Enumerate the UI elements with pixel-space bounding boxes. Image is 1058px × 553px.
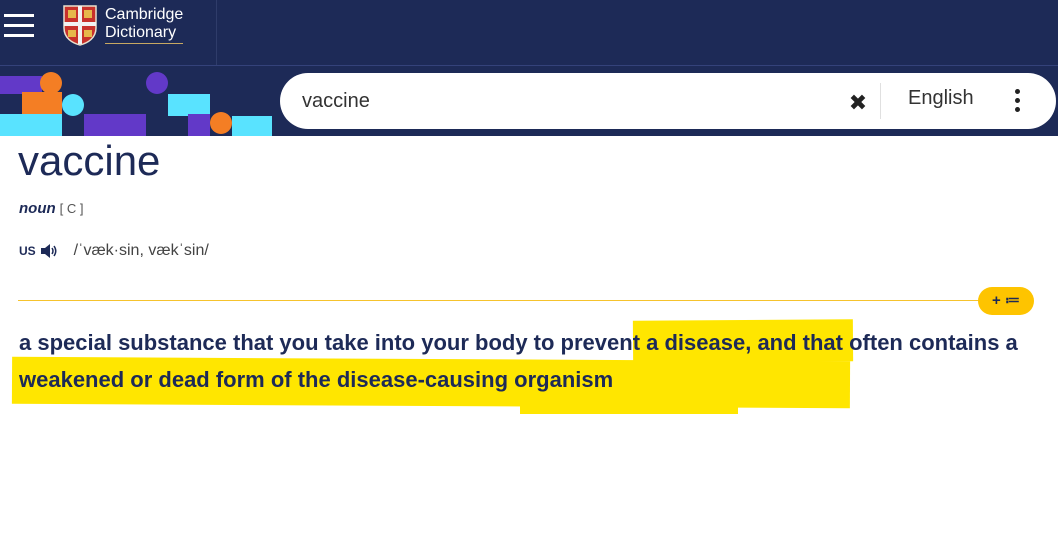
cambridge-crest-icon [63, 5, 97, 46]
definition-text: a special substance that you take into y… [19, 330, 1018, 392]
headword: vaccine [18, 137, 161, 184]
ipa-transcription: /ˈvæk·sin, vækˈsin/ [73, 242, 209, 259]
logo-text: Cambridge Dictionary [105, 6, 184, 44]
region-label: US [19, 244, 36, 258]
logo-line1: Cambridge [105, 6, 184, 23]
language-selector[interactable]: English [908, 87, 974, 110]
decor-shape [62, 94, 84, 116]
speaker-icon[interactable] [40, 243, 58, 259]
decor-shape [210, 112, 232, 134]
close-icon[interactable]: ✖ [846, 87, 870, 115]
decor-shape [188, 114, 210, 136]
cambridge-dictionary-logo[interactable]: Cambridge Dictionary [62, 4, 184, 46]
add-to-word-list-button[interactable]: + ≔ [978, 287, 1034, 315]
part-of-speech-line: noun[ C ] [19, 200, 84, 217]
header-divider [216, 0, 217, 65]
pronunciation-line: US /ˈvæk·sin, vækˈsin/ [19, 242, 209, 260]
top-bar: Cambridge Dictionary [0, 0, 1058, 65]
logo-line2: Dictionary [105, 24, 184, 44]
decor-shape [40, 72, 62, 94]
highlight-mark [520, 398, 738, 414]
sense-divider [18, 300, 1018, 301]
decor-shape [168, 94, 210, 116]
part-of-speech: noun [19, 200, 56, 217]
decor-shape [232, 116, 272, 136]
hamburger-menu-icon[interactable] [4, 14, 36, 38]
decor-shape [0, 114, 62, 136]
search-bar: ✖ English [280, 73, 1056, 129]
grammar-code: [ C ] [59, 201, 84, 216]
more-vertical-icon[interactable] [1012, 89, 1022, 113]
decor-shape [84, 114, 146, 136]
search-input[interactable] [302, 87, 822, 115]
search-divider [880, 83, 881, 119]
decor-shape [22, 92, 62, 114]
decor-shape [146, 72, 168, 94]
